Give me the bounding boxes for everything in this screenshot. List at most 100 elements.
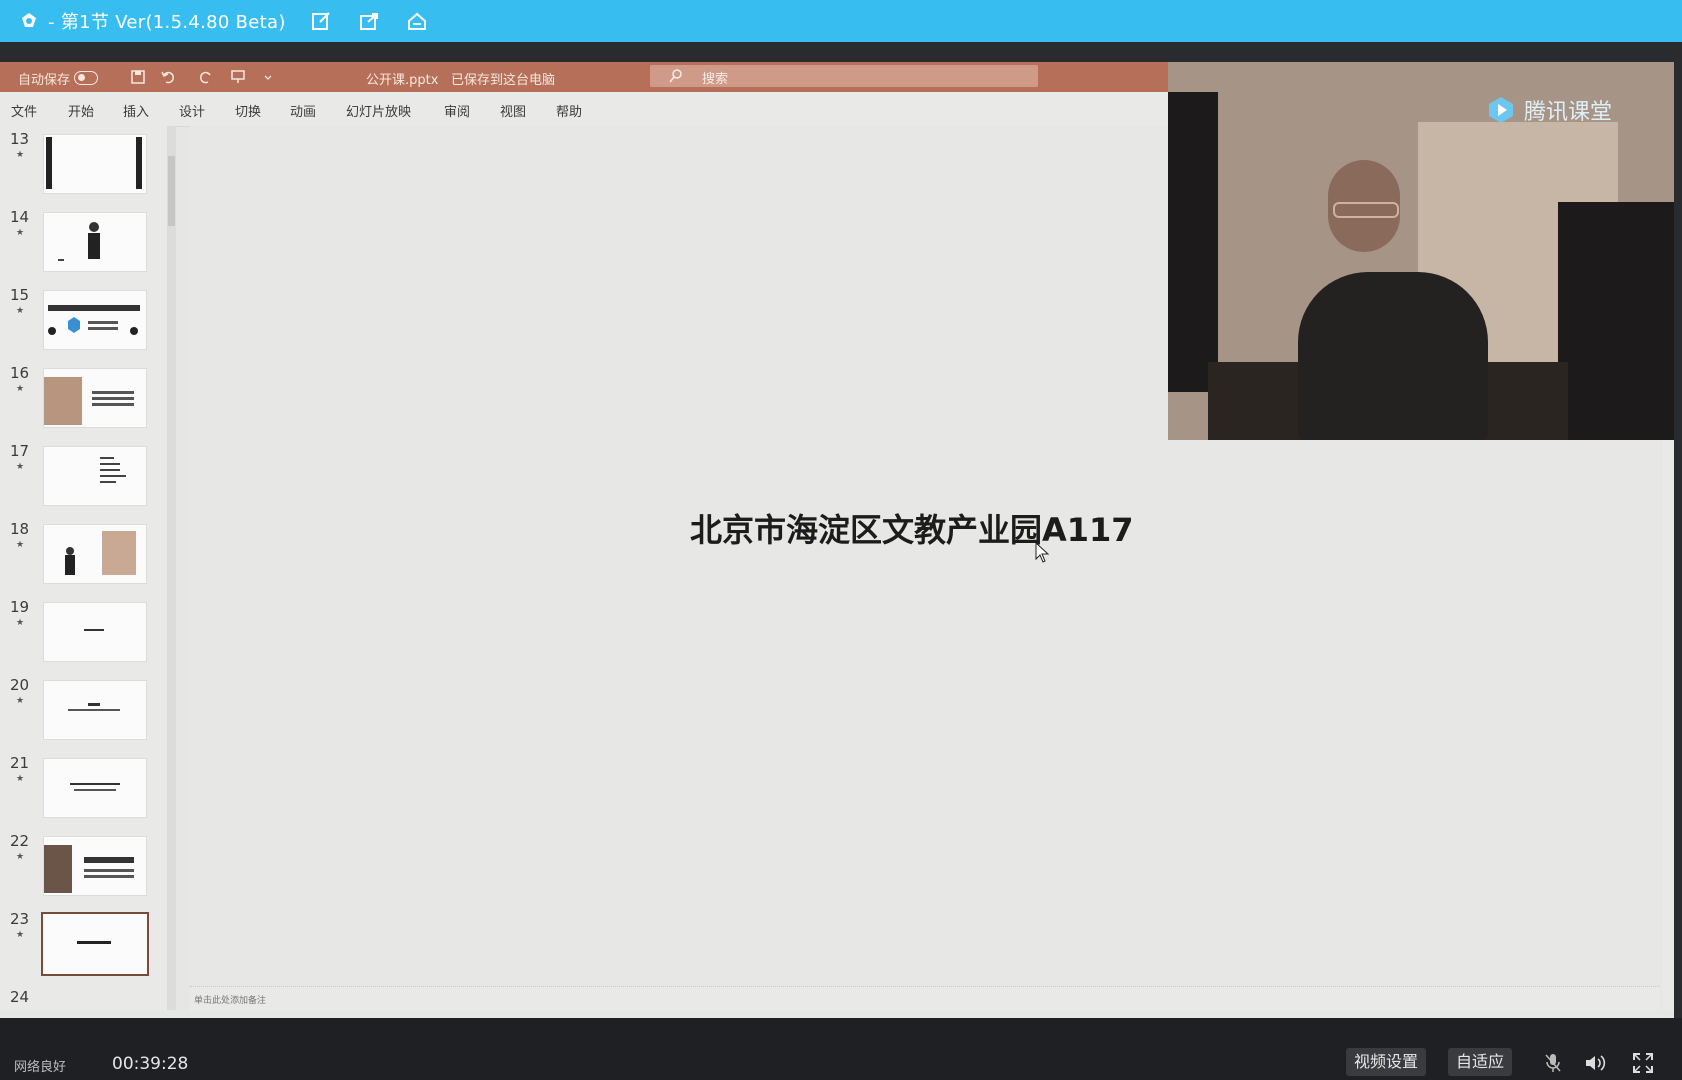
thumbnail-21[interactable]: 21 ★ xyxy=(0,754,174,828)
animation-marker: ★ xyxy=(16,306,25,316)
thumbnail-23[interactable]: 23 ★ xyxy=(0,910,174,984)
animation-marker: ★ xyxy=(16,930,25,940)
thumbnail-16[interactable]: 16 ★ xyxy=(0,364,174,438)
search-icon xyxy=(668,68,684,88)
brand-watermark: 腾讯课堂 xyxy=(1486,94,1612,126)
slide-preview xyxy=(43,212,147,272)
frame-top xyxy=(0,42,1682,62)
thumbnail-19[interactable]: 19 ★ xyxy=(0,598,174,672)
app-logo-icon xyxy=(18,10,40,32)
notes-bar[interactable]: 单击此处添加备注 xyxy=(190,986,1660,1011)
ribbon-tabs: 文件 开始 插入 设计 切换 动画 幻灯片放映 审阅 视图 帮助 xyxy=(0,92,1170,127)
webcam-person-body xyxy=(1298,272,1488,440)
search-box[interactable]: 搜索 xyxy=(650,65,1038,87)
elapsed-time: 00:39:28 xyxy=(112,1054,189,1074)
thumbnail-15[interactable]: 15 ★ xyxy=(0,286,174,360)
fullscreen-icon[interactable] xyxy=(1630,1050,1656,1076)
slide-preview xyxy=(43,446,147,506)
slide-number: 21 xyxy=(10,754,30,772)
tab-slideshow[interactable]: 幻灯片放映 xyxy=(346,101,411,120)
slide-preview xyxy=(43,602,147,662)
animation-marker: ★ xyxy=(16,150,25,160)
animation-marker: ★ xyxy=(16,384,25,394)
slide-number: 17 xyxy=(10,442,30,460)
thumbnail-20[interactable]: 20 ★ xyxy=(0,676,174,750)
slide-number: 15 xyxy=(10,286,30,304)
slide-number: 19 xyxy=(10,598,30,616)
scroll-thumb[interactable] xyxy=(168,156,175,226)
tab-animations[interactable]: 动画 xyxy=(290,101,316,120)
autosave-label: 自动保存 xyxy=(18,73,71,88)
slide-number: 22 xyxy=(10,832,30,850)
tab-file[interactable]: 文件 xyxy=(11,101,37,120)
slide-number: 14 xyxy=(10,208,30,226)
slide-number: 18 xyxy=(10,520,30,538)
animation-marker: ★ xyxy=(16,852,25,862)
tab-help[interactable]: 帮助 xyxy=(556,101,582,120)
thumbnail-13[interactable]: 13 ★ xyxy=(0,130,174,204)
animation-marker: ★ xyxy=(16,774,25,784)
notes-placeholder: 单击此处添加备注 xyxy=(194,996,267,1006)
webcam-monitor xyxy=(1558,202,1674,440)
network-status: 网络良好 xyxy=(14,1060,67,1075)
thumbnail-14[interactable]: 14 ★ xyxy=(0,208,174,282)
file-name[interactable]: 公开课.pptx xyxy=(366,69,438,88)
home-icon[interactable] xyxy=(404,8,430,34)
microphone-icon[interactable] xyxy=(1540,1050,1566,1076)
save-state[interactable]: 已保存到这台电脑 xyxy=(451,69,555,88)
animation-marker: ★ xyxy=(16,618,25,628)
tab-transitions[interactable]: 切换 xyxy=(235,101,261,120)
tab-review[interactable]: 审阅 xyxy=(444,101,470,120)
slide-number: 20 xyxy=(10,676,30,694)
autosave-toggle[interactable] xyxy=(74,71,98,85)
tab-insert[interactable]: 插入 xyxy=(123,101,149,120)
thumbnail-18[interactable]: 18 ★ xyxy=(0,520,174,594)
thumbnail-22[interactable]: 22 ★ xyxy=(0,832,174,906)
note-icon[interactable] xyxy=(308,8,334,34)
video-settings-button[interactable]: 视频设置 xyxy=(1346,1048,1427,1076)
present-icon[interactable] xyxy=(228,67,248,87)
frame-right xyxy=(1674,62,1682,1018)
tab-home[interactable]: 开始 xyxy=(68,101,94,120)
tab-design[interactable]: 设计 xyxy=(179,101,205,120)
slide-number: 24 xyxy=(10,988,30,1006)
animation-marker: ★ xyxy=(16,696,25,706)
title-bar: - 第1节 Ver(1.5.4.80 Beta) xyxy=(0,0,1682,42)
share-icon[interactable] xyxy=(356,8,382,34)
slide-preview xyxy=(43,524,147,584)
brand-text: 腾讯课堂 xyxy=(1524,100,1613,125)
adaptive-button[interactable]: 自适应 xyxy=(1448,1048,1513,1076)
animation-marker: ★ xyxy=(16,228,25,238)
animation-marker: ★ xyxy=(16,540,25,550)
webcam-glasses xyxy=(1333,202,1399,218)
teacher-webcam: 腾讯课堂 xyxy=(1168,62,1674,440)
slide-title[interactable]: 北京市海淀区文教产业园A117 xyxy=(690,505,1134,551)
slide-preview xyxy=(43,134,147,194)
slide-thumbnails-pane: 13 ★ 14 ★ 15 ★ 16 ★ 17 ★ 18 ★ 19 ★ 20 ★ … xyxy=(0,126,174,1010)
slide-number: 13 xyxy=(10,130,30,148)
mouse-cursor-icon xyxy=(1035,541,1051,568)
search-placeholder: 搜索 xyxy=(702,72,729,87)
thumbnail-17[interactable]: 17 ★ xyxy=(0,442,174,516)
player-bar: 网络良好 00:39:28 视频设置 自适应 xyxy=(0,1018,1682,1080)
tab-view[interactable]: 视图 xyxy=(500,101,526,120)
volume-icon[interactable] xyxy=(1582,1050,1608,1076)
slide-preview xyxy=(43,368,147,428)
slide-preview xyxy=(41,912,149,976)
slide-preview xyxy=(43,836,147,896)
save-icon[interactable] xyxy=(128,67,148,87)
thumbnail-24[interactable]: 24 xyxy=(0,988,174,1010)
slide-preview xyxy=(43,290,147,350)
redo-icon[interactable] xyxy=(196,67,216,87)
animation-marker: ★ xyxy=(16,462,25,472)
slide-number: 16 xyxy=(10,364,30,382)
window-title: - 第1节 Ver(1.5.4.80 Beta) xyxy=(48,12,286,33)
webcam-monitor xyxy=(1168,92,1218,392)
slide-preview xyxy=(43,680,147,740)
quick-access-bar: 自动保存 公开课.pptx 已保存到这台电脑 搜索 xyxy=(0,62,1170,92)
thumbnail-scrollbar[interactable] xyxy=(167,126,176,1010)
customize-chevron-icon[interactable] xyxy=(258,67,278,87)
slide-number: 23 xyxy=(10,910,30,928)
undo-icon[interactable] xyxy=(158,67,178,87)
tencent-classroom-logo-icon xyxy=(1486,95,1516,125)
